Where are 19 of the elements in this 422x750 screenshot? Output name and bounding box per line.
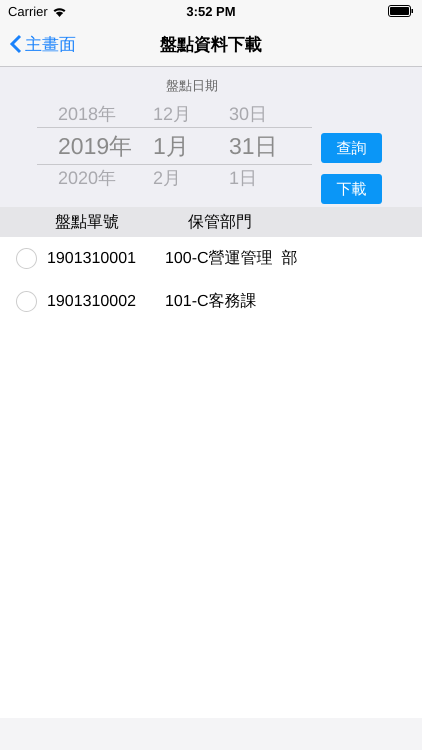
status-time: 3:52 PM [186, 4, 236, 18]
nav-title: 盤點資料下載 [160, 34, 262, 56]
wifi-icon [52, 6, 67, 16]
column-header: 保管部門 [188, 212, 253, 232]
order-number: 1901310002 [47, 292, 137, 310]
date-picker[interactable]: 2018年 12月 30日 2019年 1月 31日 2020年 2月 1日 [37, 101, 312, 191]
date-label: 盤點日期 [166, 77, 218, 95]
carrier-label: Carrier [8, 4, 48, 18]
order-number: 1901310001 [47, 250, 137, 268]
column-header: 盤點單號 [55, 212, 120, 232]
department-name: 100-C營運管理 部 [165, 248, 298, 269]
query-button[interactable]: 查詢 [321, 133, 382, 163]
radio-button[interactable] [16, 291, 37, 312]
battery-icon [388, 5, 414, 17]
download-button[interactable]: 下載 [321, 174, 382, 204]
back-chevron-icon [10, 34, 22, 54]
back-button[interactable]: 主畫面 [0, 32, 76, 56]
department-name: 101-C客務課 [165, 292, 257, 312]
radio-button[interactable] [16, 248, 37, 269]
